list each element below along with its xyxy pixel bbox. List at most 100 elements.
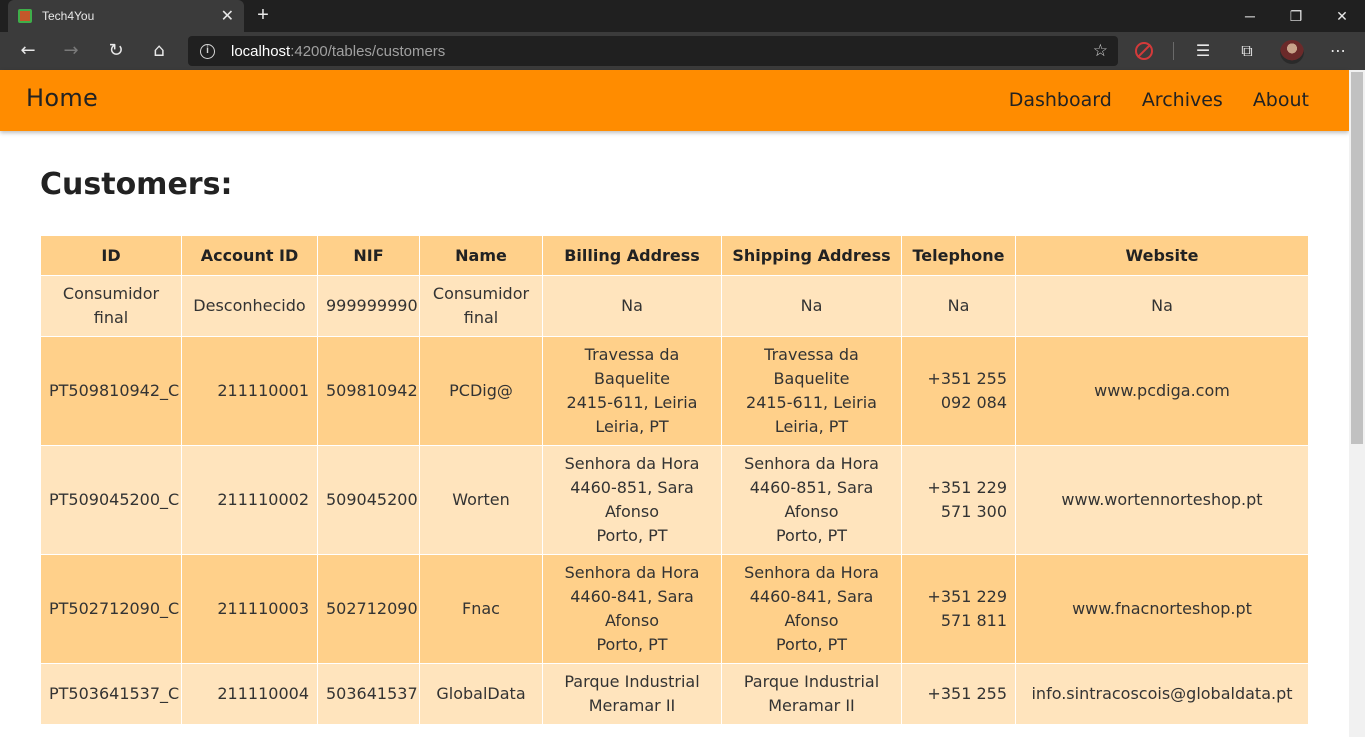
- cell-account-id: 211110003: [181, 554, 318, 664]
- more-icon[interactable]: ⋯: [1327, 40, 1349, 62]
- column-header-telephone[interactable]: Telephone: [901, 235, 1016, 276]
- cell-billing-address-line: Afonso: [604, 502, 660, 521]
- cell-shipping-address-line: Parque Industrial: [743, 672, 880, 691]
- table-row[interactable]: Consumidor final Desconhecido 999999990 Con…: [40, 275, 1308, 337]
- cell-shipping-address-line: 4460-851, Sara: [749, 478, 874, 497]
- cell-billing-address-line: Senhora da Hora: [564, 454, 700, 473]
- nav-archives-link[interactable]: Archives: [1142, 89, 1223, 111]
- table-body: Consumidor final Desconhecido 999999990 Con…: [40, 275, 1308, 725]
- column-header-website[interactable]: Website: [1015, 235, 1308, 276]
- column-header-name[interactable]: Name: [419, 235, 543, 276]
- home-icon[interactable]: ⌂: [148, 40, 170, 62]
- browser-toolbar: ← → ↻ ⌂ i localhost:4200/tables/customer…: [0, 32, 1365, 70]
- cell-id: Consumidor final: [40, 275, 182, 337]
- star-icon[interactable]: ☆: [1093, 41, 1108, 61]
- cell-shipping-address: Senhora da Hora 4460-841, Sara Afonso Porto…: [721, 554, 902, 664]
- tab-close-icon[interactable]: ✕: [221, 8, 234, 24]
- cell-shipping-address-line: 4460-841, Sara: [749, 587, 874, 606]
- cell-billing-address-line: Porto, PT: [596, 635, 668, 654]
- site-info-icon[interactable]: i: [200, 43, 215, 59]
- cell-shipping-address-line: Na: [800, 296, 823, 315]
- cell-name: Consumidor final: [419, 275, 543, 337]
- app-navbar: Home Dashboard Archives About: [0, 70, 1349, 131]
- main-content: Customers: ID Account ID NIF Name Billin…: [40, 131, 1308, 737]
- cell-website: info.sintracoscois@globaldata.pt: [1015, 663, 1308, 725]
- cell-telephone: +351 229 571 811: [901, 554, 1016, 664]
- cell-id: PT502712090_C: [40, 554, 182, 664]
- cell-account-id: 211110001: [181, 336, 318, 446]
- profile-avatar[interactable]: [1280, 40, 1304, 64]
- cell-nif: 509045200: [317, 445, 420, 555]
- table-row[interactable]: PT502712090_C 211110003 502712090 Fnac Senho…: [40, 554, 1308, 664]
- cell-id: PT509045200_C: [40, 445, 182, 555]
- collections-icon[interactable]: ⧉: [1236, 40, 1258, 62]
- browser-tab[interactable]: Tech4You ✕: [8, 0, 244, 32]
- cell-telephone: +351 255 092 084: [901, 336, 1016, 446]
- close-window-icon[interactable]: ✕: [1319, 0, 1365, 32]
- cell-website: www.fnacnorteshop.pt: [1015, 554, 1308, 664]
- extension-icon[interactable]: [1135, 42, 1153, 60]
- cell-billing-address-line: Na: [621, 296, 643, 315]
- minimize-icon[interactable]: ─: [1227, 0, 1273, 32]
- cell-nif: 503641537: [317, 663, 420, 725]
- restore-icon[interactable]: ❐: [1273, 0, 1319, 32]
- cell-billing-address: Travessa da Baquelite 2415-611, Leiria Leir…: [542, 336, 722, 446]
- cell-billing-address-line: 2415-611, Leiria: [566, 393, 698, 412]
- column-header-account-id[interactable]: Account ID: [181, 235, 318, 276]
- address-bar[interactable]: i localhost:4200/tables/customers ☆: [188, 36, 1118, 66]
- forward-icon[interactable]: →: [60, 40, 82, 62]
- nav-about-link[interactable]: About: [1253, 89, 1309, 111]
- column-header-nif[interactable]: NIF: [317, 235, 420, 276]
- cell-telephone: +351 255: [901, 663, 1016, 725]
- new-tab-button[interactable]: +: [252, 4, 274, 26]
- table-header-row: ID Account ID NIF Name Billing Address S…: [40, 235, 1308, 276]
- table-row[interactable]: PT509810942_C 211110001 509810942 PCDig@ Tra…: [40, 336, 1308, 446]
- cell-shipping-address-line: Leiria, PT: [774, 417, 849, 436]
- column-header-billing-address[interactable]: Billing Address: [542, 235, 722, 276]
- cell-billing-address-line: Leiria, PT: [595, 417, 669, 436]
- cell-telephone: Na: [901, 275, 1016, 337]
- cell-nif: 509810942: [317, 336, 420, 446]
- cell-billing-address-line: Meramar II: [588, 696, 676, 715]
- cell-shipping-address-line: Porto, PT: [775, 635, 848, 654]
- table-row[interactable]: PT503641537_C 211110004 503641537 GlobalDat…: [40, 663, 1308, 725]
- column-header-shipping-address[interactable]: Shipping Address: [721, 235, 902, 276]
- cell-billing-address-line: Afonso: [604, 611, 660, 630]
- refresh-icon[interactable]: ↻: [105, 40, 127, 62]
- tab-title: Tech4You: [42, 9, 95, 23]
- cell-shipping-address: Na: [721, 275, 902, 337]
- cell-name: GlobalData: [419, 663, 543, 725]
- tab-favicon-icon: [18, 9, 32, 23]
- cell-nif: 502712090: [317, 554, 420, 664]
- cell-account-id: Desconhecido: [181, 275, 318, 337]
- cell-shipping-address-line: Travessa da: [764, 345, 859, 364]
- table-row[interactable]: PT509045200_C 211110002 509045200 Worten Sen…: [40, 445, 1308, 555]
- home-link[interactable]: Home: [26, 84, 98, 112]
- cell-billing-address: Senhora da Hora 4460-851, Sara Afonso Porto…: [542, 445, 722, 555]
- cell-billing-address: Senhora da Hora 4460-841, Sara Afonso Porto…: [542, 554, 722, 664]
- cell-name: Fnac: [419, 554, 543, 664]
- cell-account-id: 211110002: [181, 445, 318, 555]
- cell-id: PT503641537_C: [40, 663, 182, 725]
- column-header-id[interactable]: ID: [40, 235, 182, 276]
- customers-table: ID Account ID NIF Name Billing Address S…: [40, 235, 1308, 725]
- cell-shipping-address-line: Afonso: [784, 611, 839, 630]
- cell-billing-address-line: Porto, PT: [596, 526, 668, 545]
- cell-shipping-address: Parque Industrial Meramar II: [721, 663, 902, 725]
- cell-website: www.pcdiga.com: [1015, 336, 1308, 446]
- scrollbar-thumb[interactable]: [1351, 72, 1363, 444]
- cell-billing-address: Na: [542, 275, 722, 337]
- favorites-icon[interactable]: ☰: [1192, 40, 1214, 62]
- cell-billing-address-line: Parque Industrial: [564, 672, 700, 691]
- cell-billing-address-line: 4460-851, Sara: [570, 478, 694, 497]
- nav-dashboard-link[interactable]: Dashboard: [1009, 89, 1112, 111]
- cell-shipping-address-line: Baquelite: [773, 369, 850, 388]
- window-controls: ─ ❐ ✕: [1227, 0, 1365, 32]
- cell-shipping-address-line: 2415-611, Leiria: [746, 393, 877, 412]
- nav-links: Dashboard Archives About: [1009, 89, 1309, 111]
- back-icon[interactable]: ←: [17, 40, 39, 62]
- cell-shipping-address: Travessa da Baquelite 2415-611, Leiria Leir…: [721, 336, 902, 446]
- cell-account-id: 211110004: [181, 663, 318, 725]
- url-text[interactable]: localhost:4200/tables/customers: [231, 43, 445, 60]
- cell-shipping-address-line: Afonso: [784, 502, 839, 521]
